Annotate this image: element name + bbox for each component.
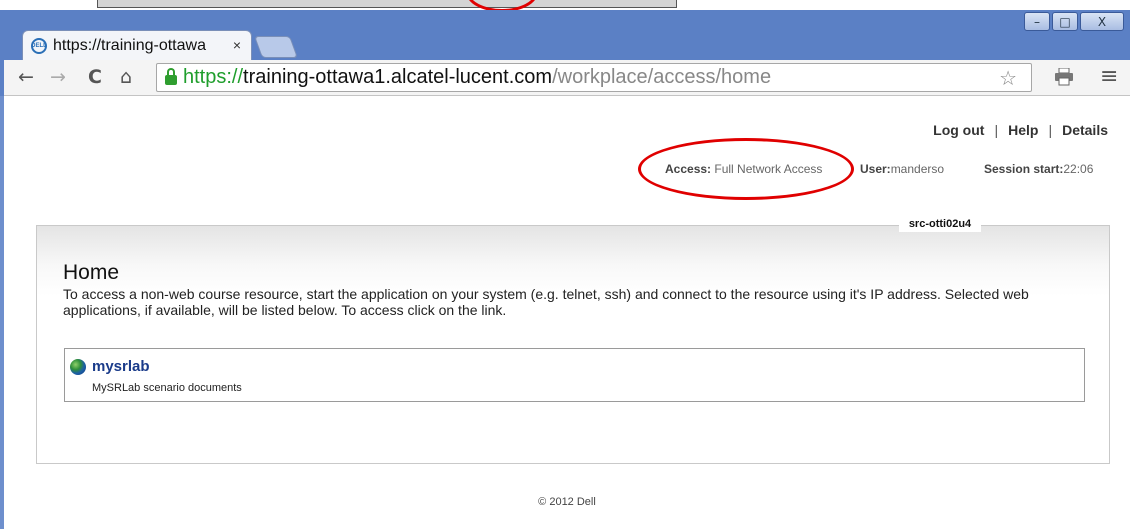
tab-title: https://training-ottawa [53,36,206,54]
main-panel: Home To access a non-web course resource… [36,225,1110,464]
server-name-label: src-otti02u4 [899,216,981,232]
user-info: User:manderso [860,162,944,176]
forward-icon[interactable]: → [50,66,66,88]
session-info: Session start:22:06 [984,162,1093,176]
page-content: Log out | Help | Details Access: Full Networ… [4,96,1130,529]
minimize-button[interactable]: – [1024,12,1050,31]
app-list-item: mysrlab MySRLab scenario documents [64,348,1085,402]
bookmark-star-icon[interactable]: ☆ [999,66,1017,90]
link-separator: | [994,122,999,138]
new-tab-button[interactable] [253,36,299,58]
dell-favicon-icon: DELL [31,37,47,54]
url-scheme: https:// [183,66,244,88]
mysrlab-link[interactable]: mysrlab [92,358,150,375]
menu-icon[interactable]: ≡ [1100,64,1118,89]
logout-link[interactable]: Log out [933,122,984,138]
user-value: manderso [890,162,945,176]
user-label: User: [860,162,891,176]
session-value: 22:06 [1063,162,1094,176]
window-controls: – □ X [1024,12,1124,31]
link-separator: | [1048,122,1053,138]
url-text[interactable]: https://training-ottawa1.alcatel-lucent.… [183,66,771,89]
address-bar[interactable]: https://training-ottawa1.alcatel-lucent.… [156,63,1032,92]
annotation-circle [638,138,854,200]
page-description: To access a non-web course resource, sta… [63,286,1029,318]
home-icon[interactable]: ⌂ [120,66,132,88]
close-window-button[interactable]: X [1080,12,1124,31]
session-label: Session start: [984,162,1064,176]
footer-copyright: © 2012 Dell [538,496,596,508]
maximize-button[interactable]: □ [1052,12,1078,31]
browser-toolbar: ← → C ⌂ https://training-ottawa1.alcatel… [4,60,1130,96]
url-path: /workplace/access/home [552,66,772,88]
back-icon[interactable]: ← [18,66,34,88]
globe-icon [70,359,86,375]
app-description: MySRLab scenario documents [92,382,242,394]
page-title: Home [63,261,120,284]
reload-icon[interactable]: C [88,66,102,88]
help-link[interactable]: Help [1008,122,1038,138]
details-link[interactable]: Details [1062,122,1108,138]
top-links: Log out | Help | Details [933,122,1108,138]
print-icon[interactable] [1054,68,1074,86]
url-host: training-ottawa1.alcatel-lucent.com [243,66,553,88]
background-window-box [97,0,677,8]
lock-icon [165,67,177,85]
tab-close-icon[interactable]: × [233,37,241,53]
browser-tab[interactable]: DELL https://training-ottawa × [22,30,252,60]
